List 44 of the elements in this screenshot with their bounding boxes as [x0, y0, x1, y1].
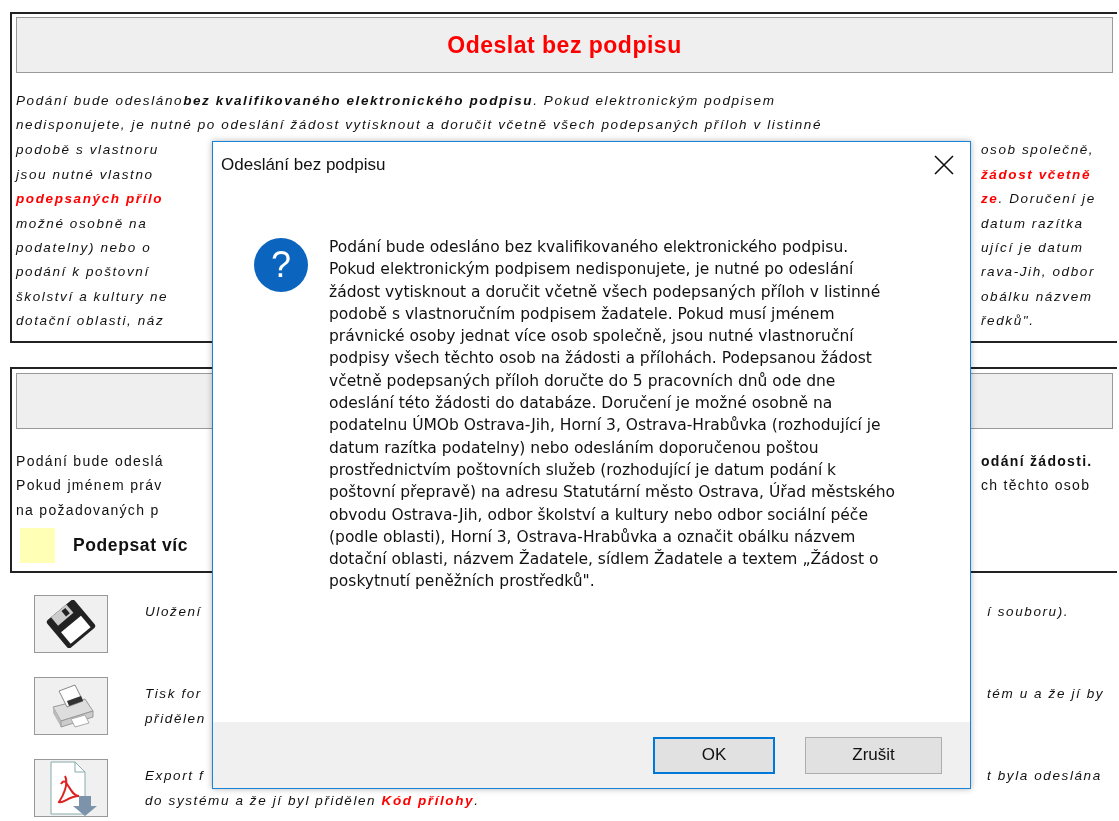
notice-text: tém u a že jí by: [987, 686, 1105, 702]
notice-text: Tisk for: [145, 686, 202, 702]
notice-text: Podání bude odeslánobez kvalifikovaného elektronického podpisu. Pokud elektronickým podpisem: [16, 92, 776, 110]
floppy-disk-button[interactable]: [34, 595, 108, 654]
notice-text: dotační oblasti, náz: [16, 313, 165, 329]
notice-text: podobě s vlastnoru: [16, 142, 159, 158]
notice-text: přidělen: [145, 711, 206, 727]
close-button[interactable]: [934, 155, 954, 175]
dialog-message: Podání bude odesláno bez kvalifikovaného elektronického podpisu. Pokud elektronickým podpisem nedisponujete, je nutné po odeslání žádost vytisknout a doručit včetně všech podepsaných příloh v listinné podobě s vlastnoručním podpisem žadatele. Pokud musí jménem právnické osoby jednat více osob společně, jsou nutné vlastnoruční podpisy všech těchto osob na žádosti a přílohách. Podepsanou žádost včetně podepsaných příloh doručte do 5 pracovních dnů ode dne odeslání této žádosti do databáze. Doručení je možné osobně na podatelnu ÚMOb Ostrava-Jih, Horní 3, Ostrava-Hrabůvka (rozhodující je datum razítka podatelny) nebo odesláním doporučenou poštou prostřednictvím poštovních služeb (rozhodující je datum podání k poštovní přepravě) na adresu Statutární město Ostrava, Úřad městského obvodu Ostrava-Jih, odbor školství a kultury nebo odbor sociální péče (podle oblasti), Horní 3, Ostrava-Hrabůvka a označit obálku názvem dotační oblasti, názvem Žadatele, sídlem Žadatele a textem „Žádost o poskytnutí peněžních prostředků".: [329, 237, 897, 593]
notice-text: rava-Jih, odbor: [981, 264, 1096, 280]
notice-text: podání k poštovní: [16, 264, 150, 280]
notice-text: nedisponujete, je nutné po odeslání žádost vytisknout a doručit včetně všech podepsaných příloh v listinné: [16, 116, 822, 135]
printer-button[interactable]: [34, 677, 108, 736]
notice-text: Podání bude odeslá: [16, 453, 164, 470]
notice-text: školství a kultury ne: [16, 288, 169, 304]
notice-text: Export f: [145, 768, 205, 784]
checkbox[interactable]: [20, 528, 55, 564]
cancel-button[interactable]: Zrušit: [805, 736, 942, 774]
option-label: Podepsat víc: [73, 535, 189, 557]
notice-text: na požadovaných p: [16, 501, 160, 518]
notice-text: obálku názvem: [981, 288, 1093, 304]
notice-text: ze. Doručení je: [981, 191, 1096, 207]
notice-text: žádost včetně: [981, 166, 1092, 182]
notice-text: osob společně,: [981, 142, 1095, 158]
close-icon: [934, 155, 954, 175]
pdf-download-button[interactable]: [34, 759, 108, 818]
notice-text: do systému a že jí byl přidělen Kód přílohy.: [145, 793, 480, 809]
notice-text: t byla odeslána: [987, 768, 1102, 784]
ok-button[interactable]: OK: [653, 736, 775, 774]
question-icon: ?: [254, 238, 308, 292]
notice-text: ující je datum: [981, 240, 1084, 256]
notice-text: jsou nutné vlastno: [16, 166, 154, 182]
notice-text: možné osobně na: [16, 215, 148, 231]
notice-text: podatelny) nebo o: [16, 240, 152, 256]
notice-text: í souboru).: [987, 604, 1070, 620]
notice-text: datum razítka: [981, 215, 1084, 231]
notice-text: ředků".: [981, 313, 1035, 329]
form-title: Odeslat bez podpisu: [447, 31, 682, 59]
notice-text: odání žádosti.: [981, 453, 1093, 470]
dialog-title: Odeslání bez podpisu: [221, 155, 386, 175]
notice-text: Pokud jménem práv: [16, 477, 163, 494]
notice-text: ch těchto osob: [981, 477, 1091, 494]
notice-text: Uložení: [145, 604, 202, 620]
notice-text: podepsaných přílo: [16, 191, 164, 207]
